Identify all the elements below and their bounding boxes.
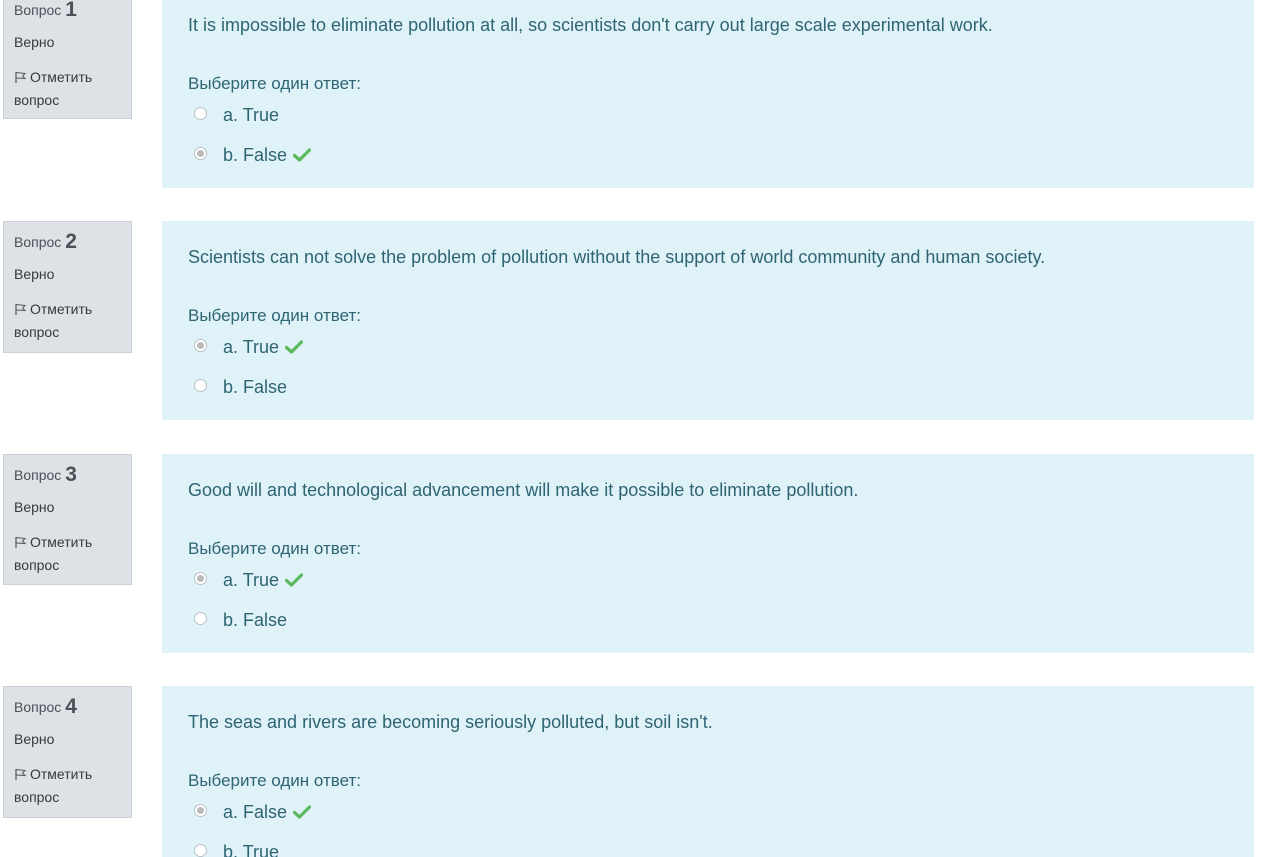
check-icon xyxy=(285,340,304,354)
question-state: Верно xyxy=(14,731,55,747)
flag-question-link[interactable]: Отметить вопрос xyxy=(14,298,126,344)
question-number-value: 1 xyxy=(65,0,77,21)
answer-label: a. True xyxy=(223,570,280,590)
answer-label: b. False xyxy=(223,145,288,165)
question-info-panel: Вопрос 1 Верно Отметить вопрос xyxy=(3,0,132,119)
radio-icon[interactable] xyxy=(194,147,207,160)
answer-label: a. True xyxy=(223,105,280,125)
check-icon xyxy=(293,148,312,162)
question-info-panel: Вопрос 4 Верно Отметить вопрос xyxy=(3,686,132,818)
answer-prompt: Выберите один ответ: xyxy=(188,771,361,790)
check-icon xyxy=(293,805,312,819)
flag-icon xyxy=(15,769,27,780)
radio-icon[interactable] xyxy=(194,572,207,585)
answer-option-b[interactable]: b. True xyxy=(194,842,279,857)
question-text: Good will and technological advancement … xyxy=(188,480,859,500)
flag-icon xyxy=(15,72,27,83)
question-number: Вопрос 2 xyxy=(14,230,77,253)
radio-icon[interactable] xyxy=(194,844,207,857)
question-number: Вопрос 3 xyxy=(14,463,77,486)
answer-label: b. False xyxy=(223,377,288,397)
question-info-panel: Вопрос 2 Верно Отметить вопрос xyxy=(3,221,132,353)
quiz-review-page: Вопрос 1 Верно Отметить вопрос It is impo… xyxy=(0,0,1261,857)
radio-icon[interactable] xyxy=(194,612,207,625)
question-content: Good will and technological advancement … xyxy=(162,454,1254,653)
answer-option-b[interactable]: b. False xyxy=(194,377,287,398)
question-number: Вопрос 4 xyxy=(14,695,77,718)
radio-icon[interactable] xyxy=(194,804,207,817)
question-text: Scientists can not solve the problem of … xyxy=(188,247,1046,267)
question-content: The seas and rivers are becoming serious… xyxy=(162,686,1254,857)
question-content: Scientists can not solve the problem of … xyxy=(162,221,1254,420)
flag-question-link[interactable]: Отметить вопрос xyxy=(14,66,126,112)
answer-prompt: Выберите один ответ: xyxy=(188,74,361,93)
question-number-value: 4 xyxy=(65,695,77,718)
question-text: It is impossible to eliminate pollution … xyxy=(188,15,993,35)
question-content: It is impossible to eliminate pollution … xyxy=(162,0,1254,188)
question-state: Верно xyxy=(14,34,55,50)
answer-option-b[interactable]: b. False xyxy=(194,610,287,631)
answer-label: a. False xyxy=(223,802,288,822)
check-icon xyxy=(285,573,304,587)
answer-option-a[interactable]: a. True xyxy=(194,105,279,126)
flag-question-link[interactable]: Отметить вопрос xyxy=(14,531,126,577)
answer-option-a[interactable]: a. True xyxy=(194,570,304,591)
answer-option-a[interactable]: a. False xyxy=(194,802,312,823)
flag-icon xyxy=(15,304,27,315)
answer-label: b. True xyxy=(223,842,280,857)
question-state: Верно xyxy=(14,266,55,282)
answer-label: b. False xyxy=(223,610,288,630)
question-number-value: 3 xyxy=(65,463,77,486)
answer-prompt: Выберите один ответ: xyxy=(188,539,361,558)
flag-question-link[interactable]: Отметить вопрос xyxy=(14,763,126,809)
radio-icon[interactable] xyxy=(194,379,207,392)
flag-icon xyxy=(15,537,27,548)
answer-prompt: Выберите один ответ: xyxy=(188,306,361,325)
answer-option-b[interactable]: b. False xyxy=(194,145,312,166)
question-number: Вопрос 1 xyxy=(14,0,77,21)
radio-icon[interactable] xyxy=(194,339,207,352)
question-state: Верно xyxy=(14,499,55,515)
question-info-panel: Вопрос 3 Верно Отметить вопрос xyxy=(3,454,132,585)
question-text: The seas and rivers are becoming serious… xyxy=(188,712,713,732)
answer-option-a[interactable]: a. True xyxy=(194,337,304,358)
question-number-value: 2 xyxy=(65,230,77,253)
radio-icon[interactable] xyxy=(194,107,207,120)
answer-label: a. True xyxy=(223,337,280,357)
